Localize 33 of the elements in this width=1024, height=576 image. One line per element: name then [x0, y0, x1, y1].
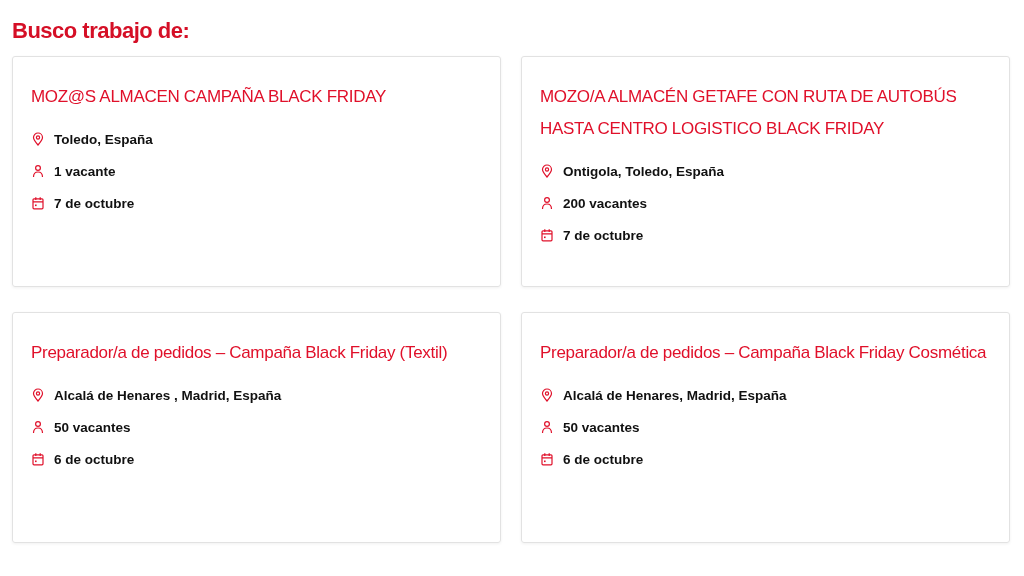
location-pin-icon [540, 164, 554, 178]
job-card[interactable]: MOZO/A ALMACÉN GETAFE CON RUTA DE AUTOBÚS HASTA CENTRO LOGISTICO BLACK FRIDAY Ontigola, Toledo, España 200 vacantes 7 de octubre [521, 56, 1010, 287]
location-pin-icon [31, 388, 45, 402]
location-pin-icon [540, 388, 554, 402]
job-location: Alcalá de Henares, Madrid, España [563, 387, 787, 403]
vacancy-count: 200 vacantes [563, 195, 648, 211]
vacancy-count: 1 vacante [54, 163, 116, 179]
page-heading: Busco trabajo de: [11, 17, 191, 45]
person-icon [31, 164, 45, 178]
job-card[interactable]: MOZ@S ALMACEN CAMPAÑA BLACK FRIDAY Toledo, España 1 vacante 7 de octubre [12, 56, 501, 287]
posting-date: 6 de octubre [54, 451, 135, 467]
job-title[interactable]: MOZ@S ALMACEN CAMPAÑA BLACK FRIDAY [31, 81, 482, 113]
job-card[interactable]: Preparador/a de pedidos – Campaña Black Friday (Textil) Alcalá de Henares , Madrid, España 50 vacantes 6 de octubre [12, 312, 501, 543]
person-icon [540, 420, 554, 434]
job-location: Alcalá de Henares , Madrid, España [54, 387, 282, 403]
job-location: Toledo, España [54, 131, 153, 147]
job-title[interactable]: Preparador/a de pedidos – Campaña Black Friday (Textil) [31, 337, 482, 369]
posting-date: 7 de octubre [54, 195, 135, 211]
calendar-icon [31, 196, 45, 210]
person-icon [31, 420, 45, 434]
person-icon [540, 196, 554, 210]
job-title[interactable]: Preparador/a de pedidos – Campaña Black Friday Cosmética [540, 337, 991, 369]
calendar-icon [31, 452, 45, 466]
job-location: Ontigola, Toledo, España [563, 163, 724, 179]
calendar-icon [540, 452, 554, 466]
vacancy-count: 50 vacantes [563, 419, 640, 435]
posting-date: 7 de octubre [563, 227, 644, 243]
calendar-icon [540, 228, 554, 242]
job-card[interactable]: Preparador/a de pedidos – Campaña Black Friday Cosmética Alcalá de Henares, Madrid, España 50 vacantes 6 de octubre [521, 312, 1010, 543]
job-title[interactable]: MOZO/A ALMACÉN GETAFE CON RUTA DE AUTOBÚS HASTA CENTRO LOGISTICO BLACK FRIDAY [540, 81, 991, 145]
vacancy-count: 50 vacantes [54, 419, 131, 435]
location-pin-icon [31, 132, 45, 146]
posting-date: 6 de octubre [563, 451, 644, 467]
